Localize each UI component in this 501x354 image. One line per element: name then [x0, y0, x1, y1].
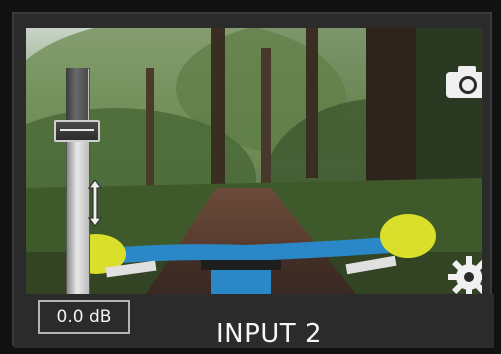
volume-db-readout: 0.0 dB [38, 300, 130, 334]
video-preview[interactable] [26, 28, 482, 294]
vertical-resize-icon[interactable] [86, 178, 104, 228]
camera-icon[interactable] [444, 64, 482, 100]
gear-icon[interactable] [446, 254, 482, 294]
input-panel: 0.0 dB INPUT 2 [0, 0, 501, 354]
video-frame [26, 28, 482, 294]
volume-fader[interactable] [54, 120, 100, 142]
input-tile[interactable]: 0.0 dB INPUT 2 [12, 12, 494, 349]
input-title[interactable]: INPUT 2 [184, 314, 354, 354]
